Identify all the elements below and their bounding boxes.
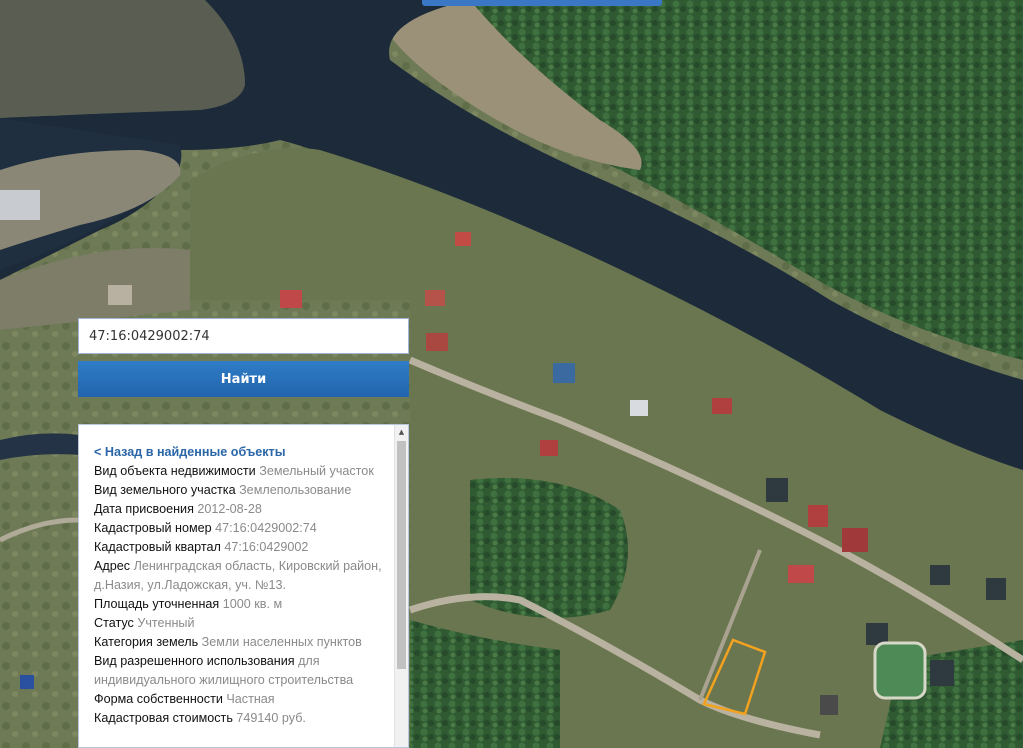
info-field-row: Категория земель Земли населенных пункто… — [94, 633, 388, 652]
info-field-label: Кадастровая стоимость — [94, 711, 233, 725]
info-field-label: Вид земельного участка — [94, 483, 236, 497]
info-field-value: 2012-08-28 — [197, 502, 262, 516]
info-field-label: Вид разрешенного использования — [94, 654, 295, 668]
info-field-row: Адрес Ленинградская область, Кировский р… — [94, 557, 388, 595]
house — [820, 695, 838, 715]
object-info-content: < Назад в найденные объекты Вид объекта … — [79, 425, 394, 728]
house — [0, 190, 40, 220]
info-field-label: Форма собственности — [94, 692, 223, 706]
info-field-label: Дата присвоения — [94, 502, 194, 516]
info-field-label: Категория земель — [94, 635, 199, 649]
info-field-row: Кадастровый квартал 47:16:0429002 — [94, 538, 388, 557]
house — [842, 528, 868, 552]
pond — [873, 641, 927, 700]
top-panel-edge — [422, 0, 662, 6]
house — [712, 398, 732, 414]
info-field-row: Вид разрешенного использования для индив… — [94, 652, 388, 690]
house — [20, 675, 34, 689]
info-field-row: Площадь уточненная 1000 кв. м — [94, 595, 388, 614]
info-field-label: Вид объекта недвижимости — [94, 464, 256, 478]
house — [788, 565, 814, 583]
info-field-row: Вид объекта недвижимости Земельный участ… — [94, 462, 388, 481]
info-field-value: 47:16:0429002:74 — [215, 521, 317, 535]
info-field-row: Статус Учтенный — [94, 614, 388, 633]
find-button[interactable]: Найти — [78, 361, 409, 397]
land-island-top-left — [0, 0, 245, 118]
cadastral-search-input[interactable] — [79, 319, 408, 353]
info-field-label: Адрес — [94, 559, 131, 573]
info-field-row: Дата присвоения 2012-08-28 — [94, 500, 388, 519]
info-field-row: Вид земельного участка Землепользование — [94, 481, 388, 500]
back-to-results-link[interactable]: < Назад в найденные объекты — [94, 443, 388, 462]
house — [553, 363, 575, 383]
info-field-value: 47:16:0429002 — [224, 540, 309, 554]
info-field-label: Статус — [94, 616, 134, 630]
info-field-label: Кадастровый квартал — [94, 540, 221, 554]
house — [986, 578, 1006, 600]
scroll-up-arrow-icon[interactable]: ▲ — [395, 425, 408, 439]
info-field-row: Форма собственности Частная — [94, 690, 388, 709]
object-info-panel: < Назад в найденные объекты Вид объекта … — [78, 424, 409, 748]
house — [766, 478, 788, 502]
house — [808, 505, 828, 527]
house — [426, 333, 448, 351]
info-field-value: 1000 кв. м — [222, 597, 283, 611]
info-field-row: Кадастровый номер 47:16:0429002:74 — [94, 519, 388, 538]
info-field-value: Земельный участок — [259, 464, 374, 478]
house — [540, 440, 558, 456]
info-field-value: 749140 руб. — [236, 711, 306, 725]
info-field-label: Площадь уточненная — [94, 597, 220, 611]
house — [930, 565, 950, 585]
house — [280, 290, 302, 308]
search-box[interactable] — [78, 318, 409, 354]
info-field-value: Земли населенных пунктов — [201, 635, 362, 649]
info-field-value: Ленинградская область, Кировский район, … — [94, 559, 382, 592]
scrollbar-thumb[interactable] — [397, 441, 406, 669]
house — [108, 285, 132, 305]
house — [455, 232, 471, 246]
house — [930, 660, 954, 686]
house — [425, 290, 445, 306]
house — [630, 400, 648, 416]
info-field-value: Землепользование — [239, 483, 352, 497]
find-button-label: Найти — [220, 371, 267, 387]
info-field-label: Кадастровый номер — [94, 521, 212, 535]
panel-scrollbar[interactable]: ▲ — [394, 425, 408, 747]
info-field-value: Частная — [226, 692, 275, 706]
info-field-row: Кадастровая стоимость 749140 руб. — [94, 709, 388, 728]
info-field-value: Учтенный — [137, 616, 195, 630]
